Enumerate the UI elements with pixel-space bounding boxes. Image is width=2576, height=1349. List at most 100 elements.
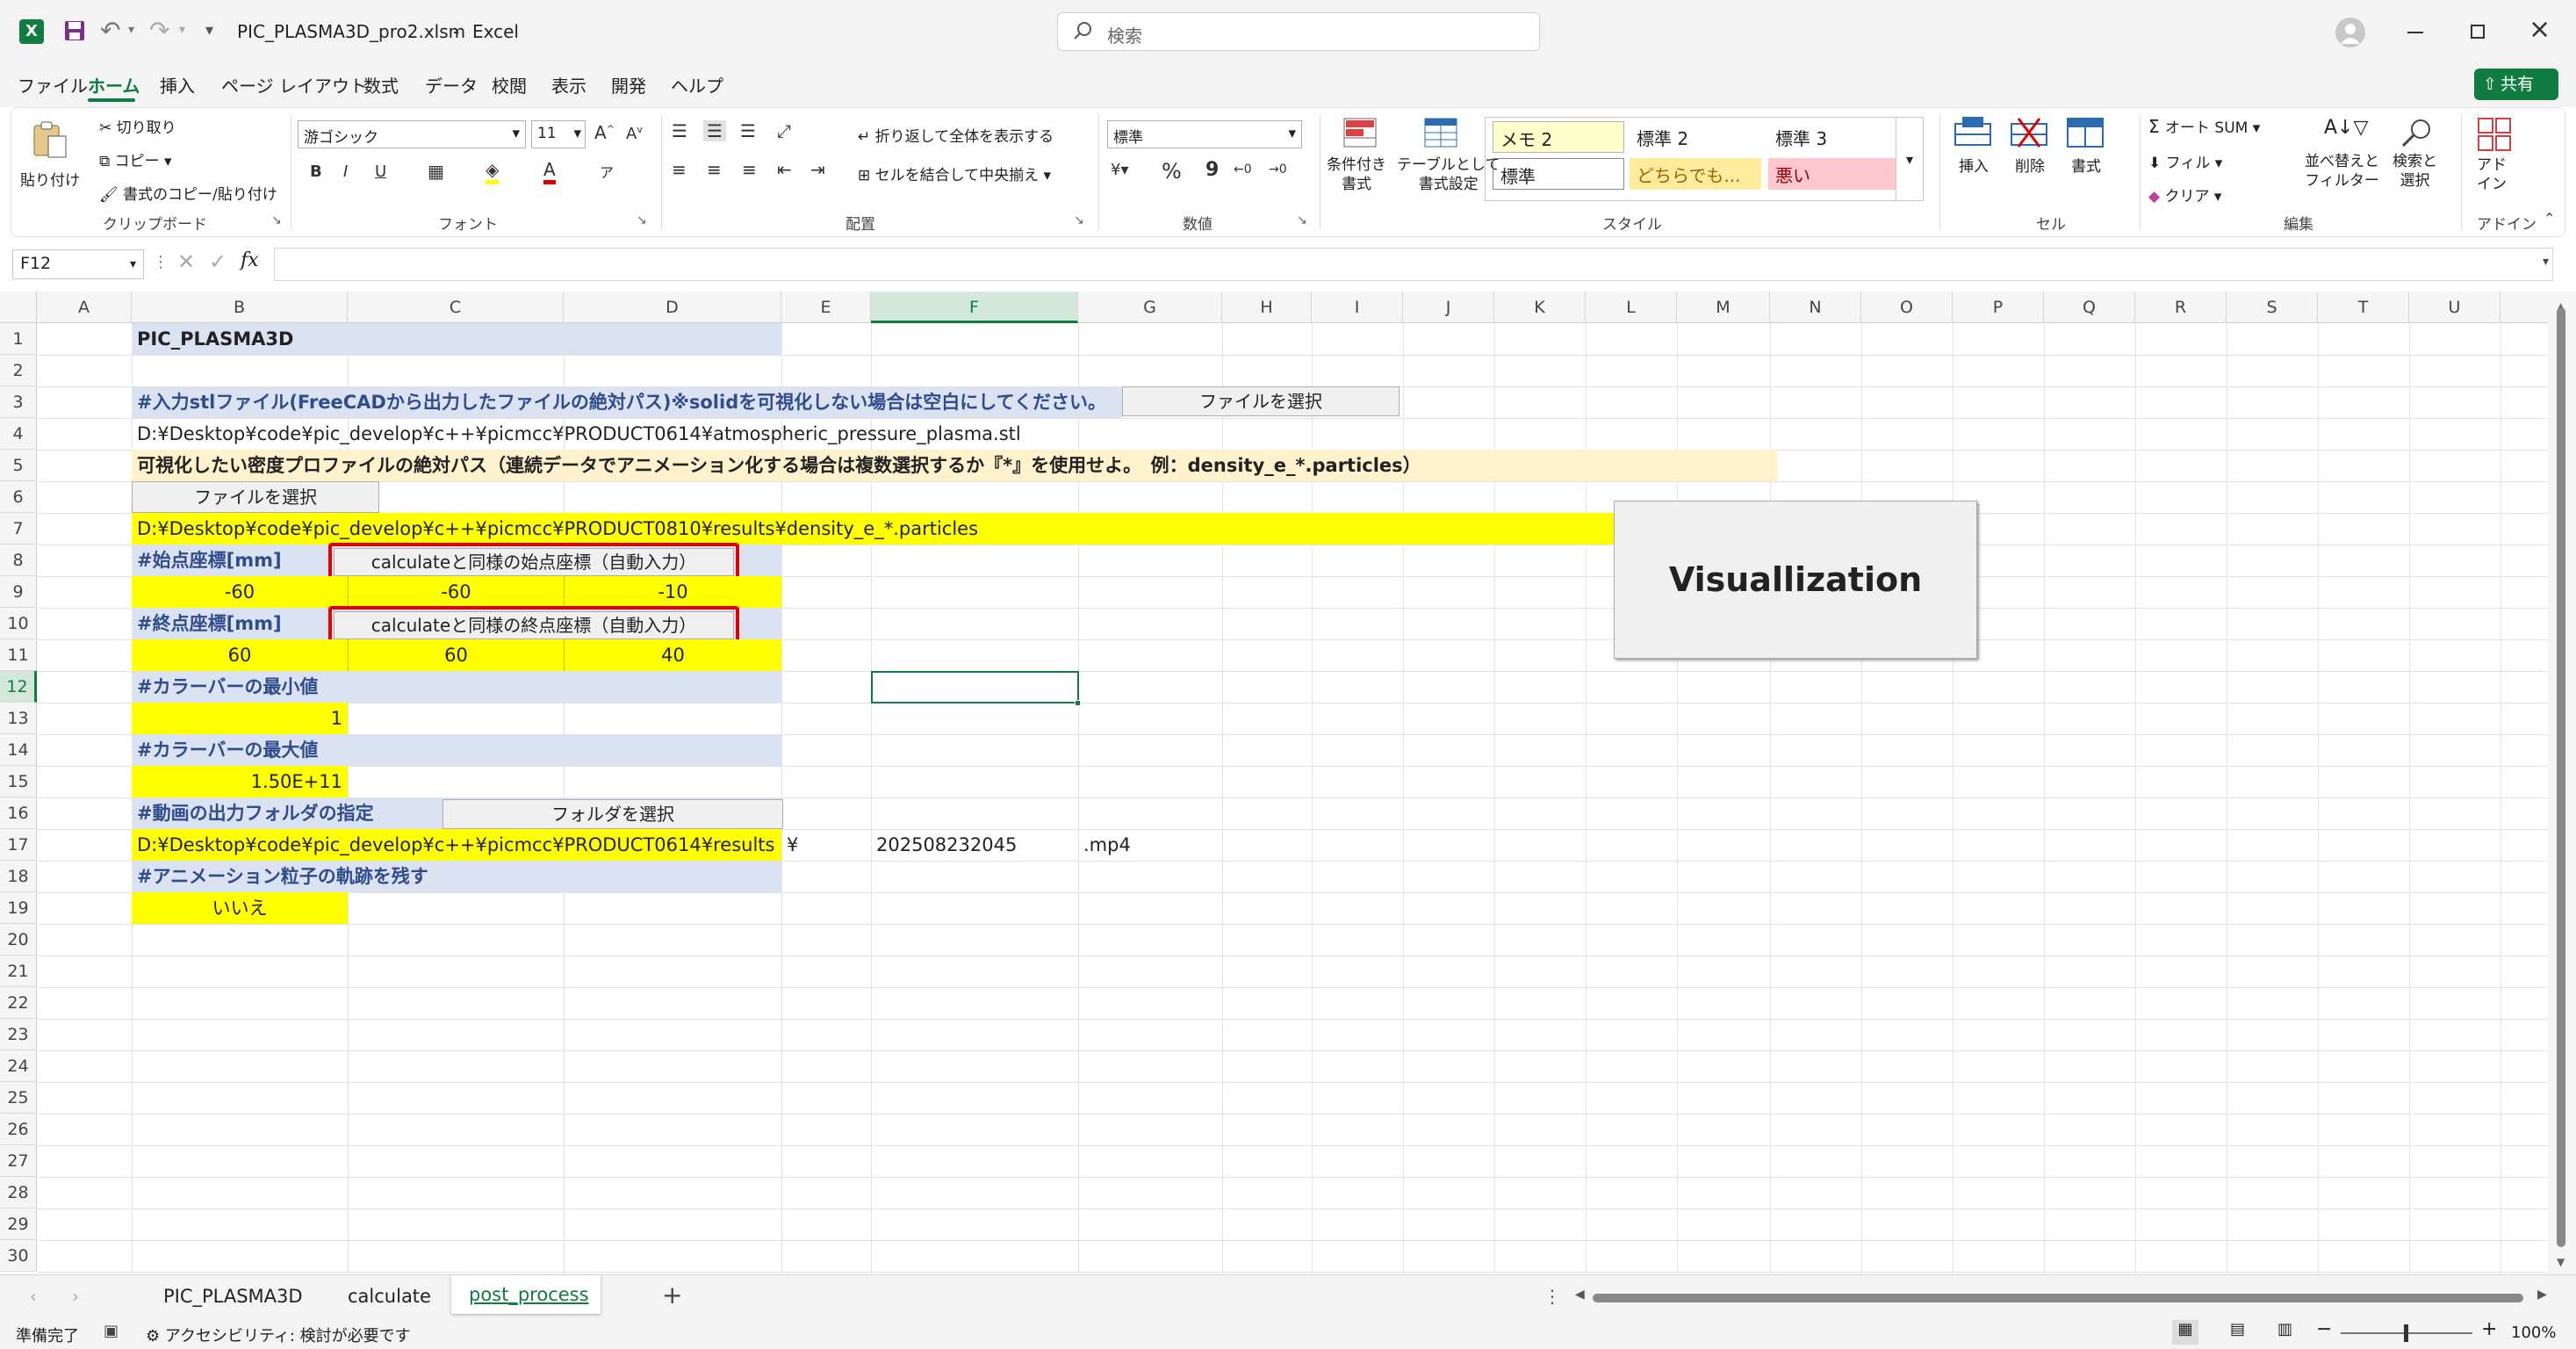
zoom-slider-thumb[interactable] — [2404, 1324, 2408, 1342]
row-header-5[interactable]: 5 — [0, 450, 37, 481]
paste-button[interactable]: 貼り付け — [20, 120, 80, 208]
copy-button[interactable]: ⧉ コピー ▾ — [99, 148, 171, 170]
search-box[interactable]: 検索 — [1057, 12, 1540, 51]
row-header-1[interactable]: 1 — [0, 323, 37, 355]
fill-button[interactable]: ⬇ フィル ▾ — [2148, 150, 2222, 172]
add-sheet-button[interactable]: + — [662, 1280, 682, 1309]
phonetic-icon[interactable]: ア — [600, 161, 614, 182]
delete-cells-button[interactable]: 削除 — [2010, 117, 2061, 176]
output-extension-cell[interactable]: .mp4 — [1078, 829, 1201, 861]
tab-review[interactable]: 校閲 — [492, 72, 527, 97]
next-sheet-icon[interactable]: › — [72, 1286, 79, 1307]
number-launcher-icon[interactable]: ↘ — [1297, 213, 1307, 227]
style-standard[interactable]: 標準 — [1493, 158, 1624, 190]
close-icon[interactable]: × — [2529, 14, 2551, 45]
trail-header-cell[interactable]: #アニメーション粒子の軌跡を残す — [132, 861, 781, 892]
increase-indent-icon[interactable]: ⇥ — [810, 159, 825, 180]
expand-formula-icon[interactable]: ▾ — [2543, 255, 2549, 269]
row-header-25[interactable]: 25 — [0, 1082, 37, 1114]
column-header-m[interactable]: M — [1677, 292, 1770, 323]
page-layout-view-icon[interactable]: ▤ — [2230, 1320, 2245, 1338]
bold-button[interactable]: B — [310, 162, 322, 181]
border-icon[interactable]: ▦ — [428, 161, 444, 182]
merge-center-button[interactable]: ⊞ セルを結合して中央揃え ▾ — [858, 162, 1051, 184]
row-header-20[interactable]: 20 — [0, 924, 37, 956]
decrease-decimal-icon[interactable]: →0 — [1269, 162, 1287, 177]
underline-button[interactable]: U — [375, 162, 386, 181]
vertical-scrollbar[interactable]: ▲ ▼ — [2548, 292, 2576, 1274]
number-format-select[interactable]: 標準 ▾ — [1107, 120, 1302, 148]
undo-dropdown-icon[interactable]: ▾ — [128, 23, 134, 37]
undo-icon[interactable]: ↶ — [100, 16, 120, 45]
output-timestamp-cell[interactable]: 202508232045 — [871, 829, 1078, 861]
column-header-g[interactable]: G — [1078, 292, 1222, 323]
style-standard2[interactable]: 標準 2 — [1630, 121, 1761, 153]
row-header-7[interactable]: 7 — [0, 513, 37, 545]
row-header-17[interactable]: 17 — [0, 829, 37, 861]
density-file-select-button[interactable]: ファイルを選択 — [132, 481, 379, 513]
select-all-corner[interactable] — [0, 292, 37, 323]
column-header-f[interactable]: F — [871, 292, 1078, 323]
column-header-j[interactable]: J — [1403, 292, 1494, 323]
sheet-tab-pic-plasma3d[interactable]: PIC_PLASMA3D — [163, 1286, 303, 1307]
visualization-button[interactable]: Visuallization — [1614, 501, 1977, 659]
column-header-q[interactable]: Q — [2044, 292, 2135, 323]
autosum-button[interactable]: Σ オート SUM ▾ — [2148, 115, 2260, 137]
prev-sheet-icon[interactable]: ‹ — [30, 1286, 37, 1307]
column-header-u[interactable]: U — [2409, 292, 2500, 323]
column-header-l[interactable]: L — [1586, 292, 1677, 323]
colorbar-max-header-cell[interactable]: #カラーバーの最大値 — [132, 734, 781, 766]
column-header-a[interactable]: A — [37, 292, 132, 323]
align-right-icon[interactable]: ≡ — [742, 159, 757, 180]
style-gallery-more-icon[interactable]: ▾ — [1896, 117, 1924, 201]
row-header-27[interactable]: 27 — [0, 1145, 37, 1177]
row-header-16[interactable]: 16 — [0, 797, 37, 829]
start-y-cell[interactable]: -60 — [348, 576, 564, 608]
tab-help[interactable]: ヘルプ — [671, 72, 723, 97]
tab-home[interactable]: ホーム — [88, 72, 140, 97]
zoom-slider[interactable] — [2341, 1324, 2472, 1342]
name-box[interactable]: F12 ▾ — [12, 249, 144, 279]
sheet-tab-post-process[interactable]: post_process — [451, 1275, 601, 1314]
row-header-22[interactable]: 22 — [0, 987, 37, 1019]
row-header-10[interactable]: 10 — [0, 608, 37, 639]
tab-data[interactable]: データ — [425, 72, 478, 97]
cut-button[interactable]: ✂ 切り取り — [99, 115, 176, 137]
addins-button[interactable]: アド イン — [2470, 117, 2522, 193]
conditional-format-button[interactable]: 条件付き 書式 — [1325, 117, 1395, 193]
column-header-s[interactable]: S — [2227, 292, 2318, 323]
column-header-i[interactable]: I — [1312, 292, 1403, 323]
page-break-view-icon[interactable]: ▥ — [2277, 1320, 2292, 1338]
percent-button[interactable]: % — [1162, 159, 1182, 184]
insert-cells-button[interactable]: 挿入 — [1954, 117, 2004, 176]
column-header-r[interactable]: R — [2135, 292, 2227, 323]
column-header-k[interactable]: K — [1494, 292, 1586, 323]
scroll-left-icon[interactable]: ◀ — [1575, 1288, 1585, 1302]
row-header-21[interactable]: 21 — [0, 956, 37, 987]
wrap-text-button[interactable]: ↵ 折り返して全体を表示する — [858, 124, 1054, 146]
accessibility-status[interactable]: ⚙ アクセシビリティ: 検討が必要です — [146, 1324, 411, 1346]
decrease-font-icon[interactable]: Av — [626, 124, 643, 143]
clear-button[interactable]: ◆ クリア ▾ — [2148, 184, 2221, 206]
style-standard3[interactable]: 標準 3 — [1768, 121, 1900, 153]
format-painter-button[interactable]: 🖌 書式のコピー/貼り付け — [99, 182, 277, 204]
row-header-6[interactable]: 6 — [0, 481, 37, 513]
tab-file[interactable]: ファイル — [18, 72, 88, 97]
zoom-level[interactable]: 100% — [2511, 1324, 2556, 1342]
scroll-right-icon[interactable]: ▶ — [2537, 1288, 2547, 1302]
output-separator-cell[interactable]: ¥ — [781, 829, 869, 861]
row-header-2[interactable]: 2 — [0, 355, 37, 386]
row-header-23[interactable]: 23 — [0, 1019, 37, 1050]
sheet-tab-calculate[interactable]: calculate — [348, 1286, 431, 1307]
row-header-26[interactable]: 26 — [0, 1114, 37, 1145]
start-z-cell[interactable]: -10 — [564, 576, 781, 608]
macro-record-icon[interactable]: ▣ — [104, 1322, 119, 1340]
output-folder-select-button[interactable]: フォルダを選択 — [443, 799, 783, 829]
row-header-28[interactable]: 28 — [0, 1177, 37, 1208]
stl-header-cell[interactable]: #入力stlファイル(FreeCADから出力したファイルの絶対パス)※solid… — [132, 386, 1122, 418]
align-top-icon[interactable]: ☰ — [672, 120, 687, 141]
increase-font-icon[interactable]: A^ — [594, 122, 615, 143]
align-middle-icon[interactable]: ☰ — [703, 120, 726, 141]
find-select-button[interactable]: 検索と 選択 — [2389, 117, 2450, 190]
selected-cell-f12[interactable] — [871, 671, 1079, 703]
